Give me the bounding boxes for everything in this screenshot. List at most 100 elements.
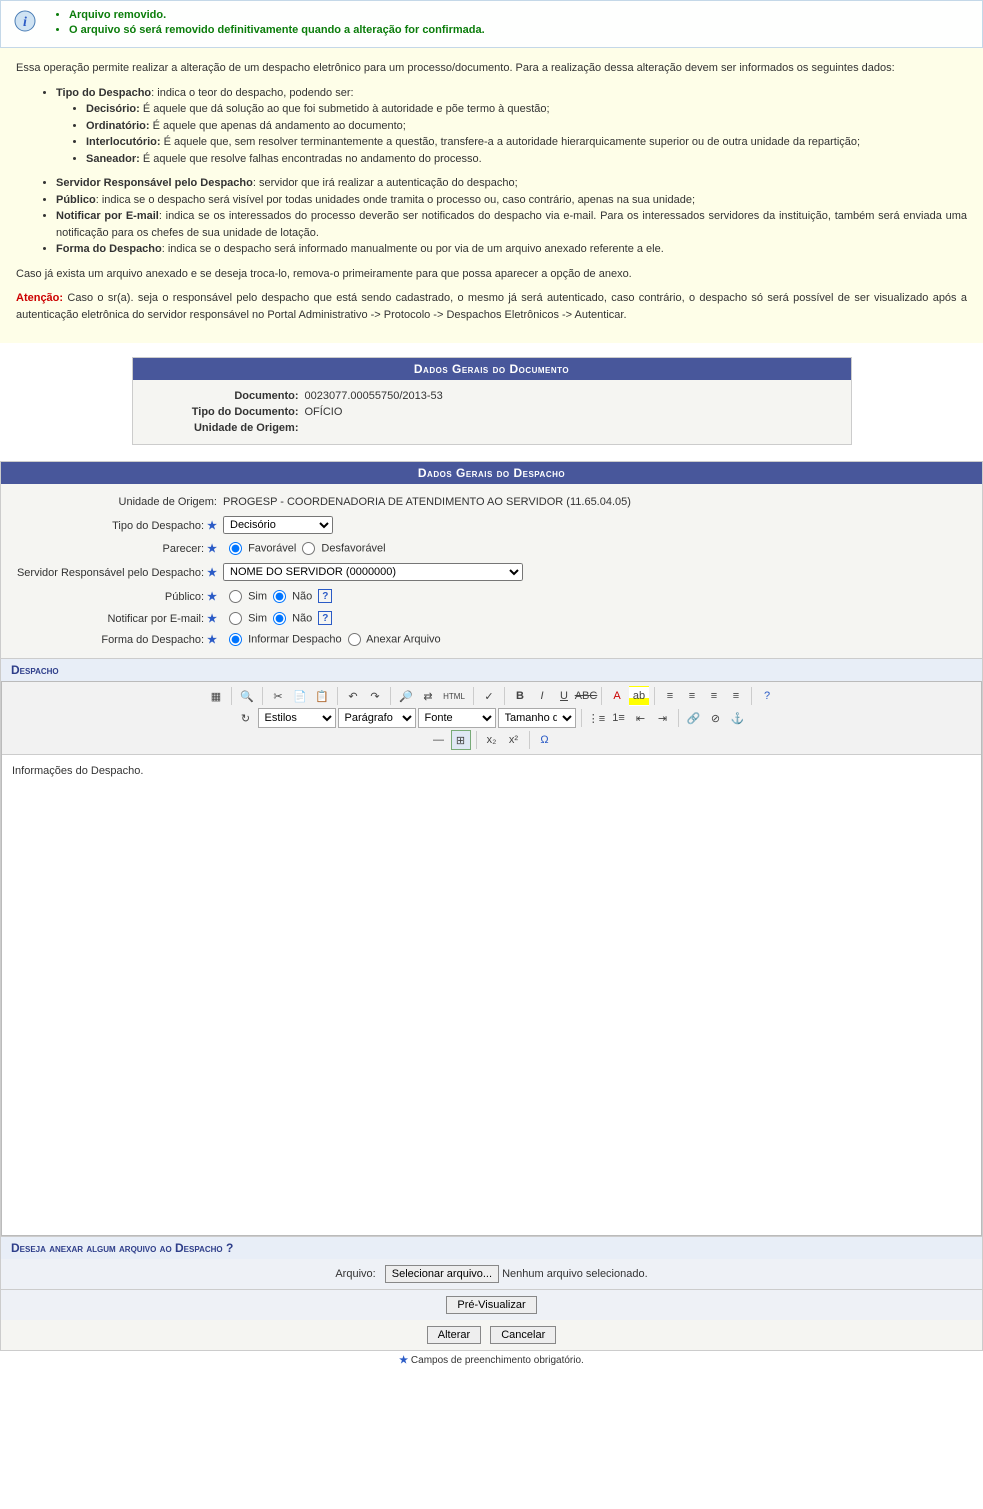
undo-icon[interactable]: ↶ <box>343 686 363 706</box>
underline-icon[interactable]: U <box>554 686 574 706</box>
replace-icon[interactable]: ⇄ <box>418 686 438 706</box>
align-right-icon[interactable]: ≡ <box>704 686 724 706</box>
parecer-label: Parecer: <box>162 543 204 555</box>
required-star: ★ <box>207 567 217 579</box>
bg-color-icon[interactable]: ab <box>629 686 649 706</box>
instruction-subitem: Decisório: É aquele que dá solução ao qu… <box>86 101 967 118</box>
source-icon[interactable]: ▦ <box>206 686 226 706</box>
remove-format-icon[interactable]: ✓ <box>479 686 499 706</box>
svg-text:i: i <box>23 15 27 30</box>
cut-icon[interactable]: ✂ <box>268 686 288 706</box>
despacho-section-title: Despacho <box>1 658 982 681</box>
table-icon[interactable]: ⊞ <box>451 730 471 750</box>
copy-icon[interactable]: 📄 <box>290 686 310 706</box>
paste-icon[interactable]: 📋 <box>312 686 332 706</box>
tipo-documento-label: Tipo do Documento: <box>145 406 305 418</box>
footnote: ★ Campos de preenchimento obrigatório. <box>0 1351 983 1370</box>
font-select[interactable]: Fonte <box>418 708 496 728</box>
redo-icon[interactable]: ↷ <box>365 686 385 706</box>
preview-row: Pré-Visualizar <box>1 1289 982 1320</box>
publico-nao-option[interactable]: Não <box>267 590 312 603</box>
forma-anexar-radio[interactable] <box>348 633 361 646</box>
servidor-responsavel-select[interactable]: NOME DO SERVIDOR (0000000) <box>223 563 523 581</box>
attention-label: Atenção: <box>16 292 63 304</box>
unlink-icon[interactable]: ⊘ <box>706 708 726 728</box>
align-left-icon[interactable]: ≡ <box>660 686 680 706</box>
notificar-nao-radio[interactable] <box>273 612 286 625</box>
info-message-box: i Arquivo removido. O arquivo só será re… <box>0 0 983 48</box>
instruction-subitem: Ordinatório: É aquele que apenas dá anda… <box>86 118 967 135</box>
forma-informar-radio[interactable] <box>229 633 242 646</box>
parecer-favoravel-radio[interactable] <box>229 542 242 555</box>
find-icon[interactable]: 🔎 <box>396 686 416 706</box>
instruction-subitem: Interlocutório: É aquele que, sem resolv… <box>86 134 967 151</box>
instruction-item: Notificar por E-mail: indica se os inter… <box>56 208 967 241</box>
notificar-nao-option[interactable]: Não <box>267 612 312 625</box>
alterar-button[interactable]: Alterar <box>427 1326 481 1344</box>
preview-button[interactable]: Pré-Visualizar <box>446 1296 536 1314</box>
subscript-icon[interactable]: x₂ <box>482 730 502 750</box>
refresh-icon[interactable]: ↻ <box>236 708 256 728</box>
special-char-icon[interactable]: Ω <box>535 730 555 750</box>
indent-icon[interactable]: ⇥ <box>653 708 673 728</box>
unidade-origem-value <box>305 422 839 434</box>
outdent-icon[interactable]: ⇤ <box>631 708 651 728</box>
link-icon[interactable]: 🔗 <box>684 708 704 728</box>
preview-icon[interactable]: 🔍 <box>237 686 257 706</box>
font-size-select[interactable]: Tamanho da Fo <box>498 708 576 728</box>
bold-icon[interactable]: B <box>510 686 530 706</box>
forma-informar-option[interactable]: Informar Despacho <box>223 633 342 646</box>
footnote-text: Campos de preenchimento obrigatório. <box>411 1355 584 1366</box>
instruction-item: Tipo do Despacho: indica o teor do despa… <box>56 85 967 168</box>
notificar-sim-option[interactable]: Sim <box>223 612 267 625</box>
align-justify-icon[interactable]: ≡ <box>726 686 746 706</box>
unidade-origem-label: Unidade de Origem: <box>145 422 305 434</box>
required-star: ★ <box>207 613 217 625</box>
parecer-desfavoravel-radio[interactable] <box>302 542 315 555</box>
notificar-help-icon[interactable]: ? <box>318 611 332 625</box>
strikethrough-icon[interactable]: ABC <box>576 686 596 706</box>
paragraph-select[interactable]: Parágrafo <box>338 708 416 728</box>
tipo-despacho-select[interactable]: Decisório <box>223 516 333 534</box>
unordered-list-icon[interactable]: ⋮≡ <box>587 708 607 728</box>
notificar-sim-radio[interactable] <box>229 612 242 625</box>
required-star-icon: ★ <box>399 1355 408 1366</box>
parecer-favoravel-option[interactable]: Favorável <box>223 542 296 555</box>
required-star: ★ <box>207 634 217 646</box>
attach-section-title: Deseja anexar algum arquivo ao Despacho … <box>1 1236 982 1259</box>
anchor-icon[interactable]: ⚓ <box>728 708 748 728</box>
cancelar-button[interactable]: Cancelar <box>490 1326 556 1344</box>
help-icon[interactable]: ? <box>757 686 777 706</box>
select-file-button[interactable]: Selecionar arquivo... <box>385 1265 499 1283</box>
editor-text: Informações do Despacho. <box>12 765 143 777</box>
publico-help-icon[interactable]: ? <box>318 589 332 603</box>
align-center-icon[interactable]: ≡ <box>682 686 702 706</box>
forma-despacho-label: Forma do Despacho: <box>101 634 204 646</box>
forma-anexar-option[interactable]: Anexar Arquivo <box>342 633 441 646</box>
info-message-item: Arquivo removido. <box>69 9 485 21</box>
instruction-item: Servidor Responsável pelo Despacho: serv… <box>56 175 967 192</box>
parecer-desfavoravel-option[interactable]: Desfavorável <box>296 542 385 555</box>
editor-content-area[interactable]: Informações do Despacho. <box>2 755 981 1235</box>
publico-nao-radio[interactable] <box>273 590 286 603</box>
rich-text-editor: ▦ 🔍 ✂ 📄 📋 ↶ ↷ 🔎 ⇄ HTML ✓ B I U <box>1 681 982 1236</box>
publico-sim-radio[interactable] <box>229 590 242 603</box>
hr-icon[interactable]: — <box>429 730 449 750</box>
action-row: Alterar Cancelar <box>1 1320 982 1350</box>
superscript-icon[interactable]: x² <box>504 730 524 750</box>
ordered-list-icon[interactable]: 1≡ <box>609 708 629 728</box>
instruction-item: Forma do Despacho: indica se o despacho … <box>56 241 967 258</box>
style-select[interactable]: Estilos <box>258 708 336 728</box>
no-file-text: Nenhum arquivo selecionado. <box>502 1268 648 1280</box>
instructions-panel: Essa operação permite realizar a alteraç… <box>0 48 983 343</box>
required-star: ★ <box>207 520 217 532</box>
publico-sim-option[interactable]: Sim <box>223 590 267 603</box>
html-icon[interactable]: HTML <box>440 686 468 706</box>
instruction-item: Público: indica se o despacho será visív… <box>56 192 967 209</box>
document-panel-title: Dados Gerais do Documento <box>133 358 851 380</box>
despacho-panel-title: Dados Gerais do Despacho <box>1 462 982 484</box>
arquivo-label: Arquivo: <box>335 1268 375 1280</box>
notificar-email-label: Notificar por E-mail: <box>107 613 204 625</box>
italic-icon[interactable]: I <box>532 686 552 706</box>
text-color-icon[interactable]: A <box>607 686 627 706</box>
